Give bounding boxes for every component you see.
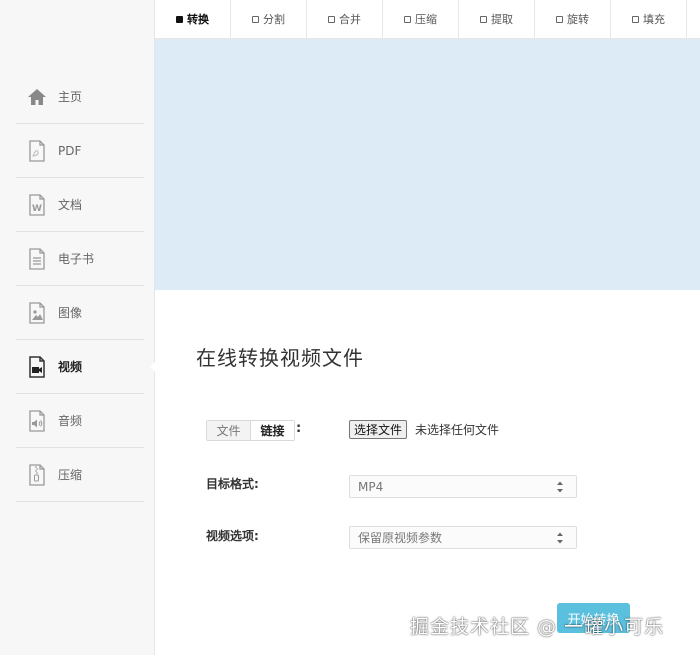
tab-label: 提取 — [491, 13, 513, 26]
start-convert-button[interactable]: 开始转换 — [557, 603, 630, 633]
active-indicator-caret — [150, 360, 156, 373]
checkbox-icon — [328, 15, 335, 23]
tab-extract[interactable]: 提取 — [459, 0, 535, 38]
sidebar-item-label: 主页 — [58, 90, 83, 104]
sidebar: 主页 PDF W 文档 电子书 图像 视频 音频 压缩 — [0, 0, 156, 655]
tab-split[interactable]: 分割 — [231, 0, 307, 38]
sidebar-item-label: 压缩 — [58, 468, 83, 482]
tab-convert[interactable]: 转换 — [155, 0, 231, 38]
banner-area — [155, 39, 700, 290]
sidebar-nav: 主页 PDF W 文档 电子书 图像 视频 音频 压缩 — [16, 70, 156, 502]
sidebar-item-label: PDF — [58, 143, 82, 158]
tab-label: 分割 — [263, 13, 285, 26]
home-icon — [26, 86, 48, 108]
link-source-button[interactable]: 链接 — [250, 421, 294, 440]
sidebar-item-label: 图像 — [58, 306, 83, 320]
tab-label: 转换 — [187, 13, 209, 26]
tab-fill[interactable]: 填充 — [611, 0, 687, 38]
svg-text:W: W — [32, 204, 42, 214]
video-options-select[interactable]: 保留原视频参数 — [349, 526, 577, 549]
video-icon — [26, 355, 48, 378]
sidebar-item-pdf[interactable]: PDF — [16, 124, 144, 178]
target-format-select[interactable]: MP4 — [349, 475, 577, 498]
sidebar-item-audio[interactable]: 音频 — [16, 394, 144, 448]
choose-file-button[interactable]: 选择文件 — [349, 420, 408, 439]
checkbox-icon — [480, 15, 487, 23]
sidebar-item-archive[interactable]: 压缩 — [16, 448, 144, 502]
tab-label: 填充 — [643, 13, 665, 26]
sidebar-item-image[interactable]: 图像 — [16, 286, 144, 340]
checkbox-icon — [632, 15, 639, 23]
image-icon — [26, 301, 48, 324]
word-document-icon: W — [26, 193, 48, 216]
checkbox-icon — [404, 15, 411, 23]
sidebar-item-document[interactable]: W 文档 — [16, 178, 144, 232]
sidebar-item-home[interactable]: 主页 — [16, 70, 144, 124]
audio-icon — [26, 409, 48, 432]
sidebar-item-label: 文档 — [58, 198, 83, 212]
sidebar-item-video[interactable]: 视频 — [16, 340, 156, 394]
tab-label: 旋转 — [567, 13, 589, 26]
tab-label: 压缩 — [415, 13, 437, 26]
operation-tabs: 转换 分割 合并 压缩 提取 旋转 填充 — [155, 0, 700, 39]
checkbox-icon — [176, 15, 183, 23]
sidebar-item-label: 视频 — [58, 360, 83, 374]
sidebar-item-ebook[interactable]: 电子书 — [16, 232, 144, 286]
file-source-button[interactable]: 文件 — [207, 421, 250, 440]
source-toggle: 文件 链接 — [206, 420, 295, 441]
source-toggle-colon: : — [296, 421, 302, 436]
sidebar-item-label: 音频 — [58, 414, 83, 428]
target-format-label: 目标格式: — [206, 477, 259, 491]
video-options-value: 保留原视频参数 — [358, 531, 443, 545]
pdf-file-icon — [26, 139, 48, 162]
checkbox-icon — [556, 15, 563, 23]
file-status-text: 未选择任何文件 — [415, 423, 500, 437]
tab-compress[interactable]: 压缩 — [383, 0, 459, 38]
archive-icon — [26, 463, 48, 486]
ebook-icon — [26, 247, 48, 270]
tab-label: 合并 — [339, 13, 361, 26]
checkbox-icon — [252, 15, 259, 23]
select-arrows-icon — [557, 481, 563, 493]
select-arrows-icon — [557, 532, 563, 544]
page-title: 在线转换视频文件 — [196, 346, 364, 370]
tab-rotate[interactable]: 旋转 — [535, 0, 611, 38]
target-format-value: MP4 — [358, 479, 384, 494]
video-options-label: 视频选项: — [206, 529, 259, 543]
tab-merge[interactable]: 合并 — [307, 0, 383, 38]
sidebar-item-label: 电子书 — [58, 252, 95, 266]
app-window: 主页 PDF W 文档 电子书 图像 视频 音频 压缩 转换 分割 合并 压缩 … — [0, 0, 700, 655]
